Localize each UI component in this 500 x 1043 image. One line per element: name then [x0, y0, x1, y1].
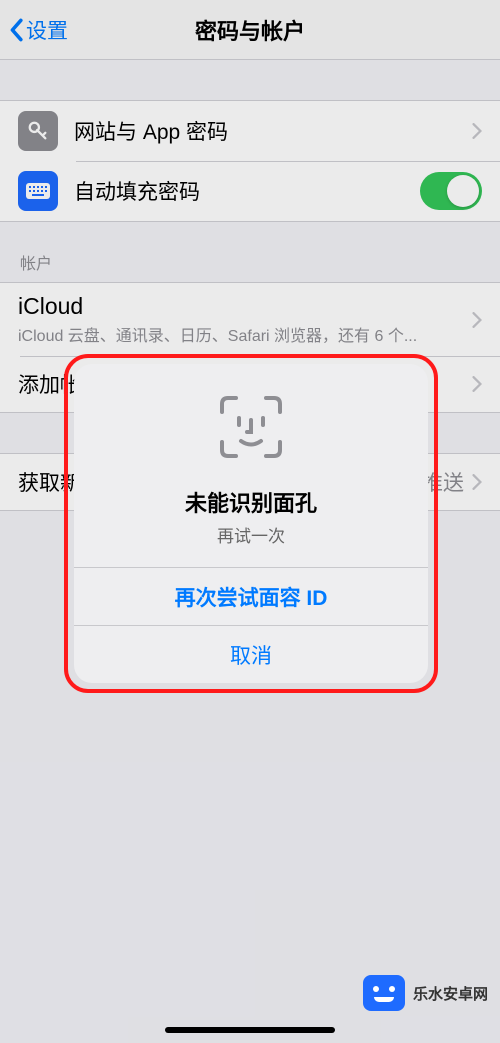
- retry-face-id-button[interactable]: 再次尝试面容 ID: [74, 567, 428, 625]
- home-indicator[interactable]: [165, 1027, 335, 1033]
- alert-title: 未能识别面孔: [94, 486, 408, 518]
- alert-highlight-frame: 未能识别面孔 再试一次 再次尝试面容 ID 取消: [64, 354, 438, 693]
- face-id-icon: [216, 392, 286, 462]
- watermark-logo-icon: [363, 975, 405, 1011]
- watermark-text: 乐水安卓网: [413, 983, 488, 1004]
- alert-message: 再试一次: [94, 522, 408, 547]
- cancel-button[interactable]: 取消: [74, 625, 428, 683]
- face-id-alert: 未能识别面孔 再试一次 再次尝试面容 ID 取消: [74, 364, 428, 683]
- watermark: 乐水安卓网: [363, 975, 488, 1011]
